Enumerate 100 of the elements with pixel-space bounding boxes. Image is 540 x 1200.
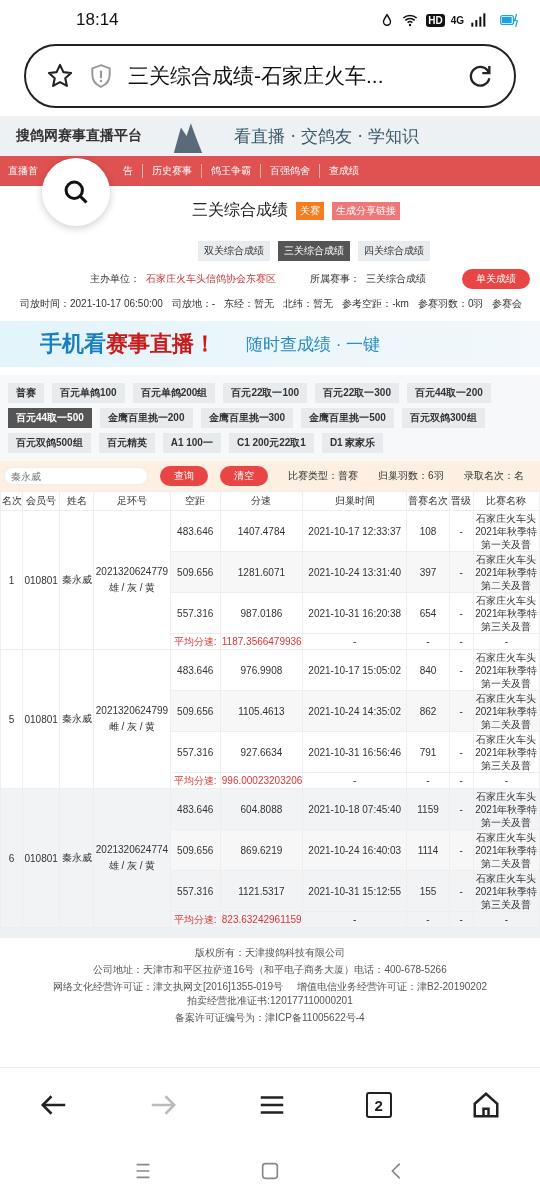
table-cell: 604.8088 xyxy=(220,788,303,830)
category-chip[interactable]: 金鹰百里挑一500 xyxy=(301,408,394,428)
ring-number: 2021320624799 xyxy=(95,704,169,716)
summary-stat: 录取名次：名 xyxy=(463,469,524,483)
table-cell: 654 xyxy=(406,592,450,634)
footer-text: 网络文化经营许可证：津文执网文[2016]1355-019号 xyxy=(52,980,283,994)
average-speed-value: 996.00023203206 xyxy=(220,772,303,789)
table-cell: 108 xyxy=(406,510,450,552)
average-speed-label: 平均分速: xyxy=(170,633,221,650)
clear-button[interactable]: 清空 xyxy=(220,466,268,486)
search-button[interactable] xyxy=(42,158,110,226)
page-title: 三关综合成绩-石家庄火车... xyxy=(128,63,385,89)
table-cell: 1121.5317 xyxy=(220,870,303,912)
table-cell: 010801 xyxy=(22,788,60,928)
table-cell: 石家庄火车头 2021年秋季特 第二关及普 xyxy=(473,829,540,871)
column-header: 空距 xyxy=(170,491,221,511)
site-title: 搜鸽网赛事直播平台 xyxy=(16,127,142,145)
table-cell: 557.316 xyxy=(170,592,221,634)
query-button[interactable]: 查询 xyxy=(160,466,208,486)
table-cell: - xyxy=(449,731,474,773)
nav-link[interactable]: 历史赛事 xyxy=(142,164,201,178)
result-tab[interactable]: 双关综合成绩 xyxy=(198,241,270,261)
race-fact: 参赛会 xyxy=(492,297,523,311)
table-cell: 397 xyxy=(406,551,450,593)
table-cell: 石家庄火车头 2021年秋季特 第三关及普 xyxy=(473,592,540,634)
nav-link[interactable]: 百强鸽舍 xyxy=(260,164,319,178)
shield-icon[interactable] xyxy=(88,63,114,89)
table-cell: - xyxy=(406,772,450,789)
summary-stat: 归巢羽数：6羽 xyxy=(378,469,444,483)
result-tab[interactable]: 三关综合成绩 xyxy=(278,241,350,261)
category-chip[interactable]: 金鹰百里挑一200 xyxy=(99,408,193,428)
table-cell: 石家庄火车头 2021年秋季特 第二关及普 xyxy=(473,690,540,732)
table-cell: 791 xyxy=(406,731,450,773)
column-header: 足环号 xyxy=(93,491,171,511)
banner-slogan: 看直播 · 交鸽友 · 学知识 xyxy=(234,124,420,148)
footer-text: 增值电信业务经营许可证：津B2-20190202 xyxy=(297,980,488,994)
race-type-tag: 关赛 xyxy=(296,201,324,220)
nav-link[interactable]: 告 xyxy=(114,164,142,178)
table-cell: 石家庄火车头 2021年秋季特 第一关及普 xyxy=(473,510,540,552)
name-search-field[interactable]: 秦永威 xyxy=(4,467,148,485)
table-cell: 秦永威 xyxy=(59,510,94,650)
table-cell: 石家庄火车头 2021年秋季特 第二关及普 xyxy=(473,551,540,593)
table-cell: 秦永威 xyxy=(59,649,94,789)
category-chip[interactable]: 百元单鸽200组 xyxy=(132,383,216,403)
category-chip[interactable]: 百元双鸽300组 xyxy=(401,408,485,428)
address-bar[interactable]: 三关综合成绩-石家庄火车... xyxy=(24,44,516,108)
category-chip[interactable]: C1 200元22取1 xyxy=(228,433,314,453)
table-cell: 1281.6071 xyxy=(220,551,303,593)
race-fact: 司放时间：2021-10-17 06:50:00 xyxy=(20,297,163,311)
result-tab[interactable]: 四关综合成绩 xyxy=(358,241,430,261)
table-cell: 秦永威 xyxy=(59,788,94,928)
category-chip[interactable]: 普赛 xyxy=(8,383,44,403)
results-title: 三关综合成绩 xyxy=(192,200,288,220)
table-cell: 976.9908 xyxy=(220,649,303,691)
category-chip[interactable]: A1 100一 xyxy=(162,433,221,453)
footer-text: 备案许可证编号为：津ICP备11005622号-4 xyxy=(175,1011,365,1025)
table-cell: 2021-10-24 13:31:40 xyxy=(302,551,407,593)
nav-link[interactable]: 直播首 xyxy=(4,164,40,178)
table-cell: 5 xyxy=(0,649,23,789)
nav-link[interactable]: 鸽王争霸 xyxy=(201,164,260,178)
table-cell: - xyxy=(473,633,540,650)
table-cell: 483.646 xyxy=(170,649,221,691)
table-cell: 2021-10-31 15:12:55 xyxy=(302,870,407,912)
category-chip[interactable]: 金鹰百里挑一300 xyxy=(200,408,294,428)
ring-details: 雄 / 灰 / 黄 xyxy=(107,580,157,595)
home-square-icon[interactable] xyxy=(259,1160,281,1182)
nav-link[interactable]: 查成绩 xyxy=(319,164,368,178)
category-chip[interactable]: 百元单鸽100 xyxy=(52,383,125,403)
table-cell: 509.656 xyxy=(170,829,221,871)
table-cell: - xyxy=(449,633,474,650)
summary-stat: 比赛类型：普赛 xyxy=(288,469,358,483)
column-header: 归巢时间 xyxy=(302,491,407,511)
category-chip[interactable]: 百元22取一300 xyxy=(315,383,399,403)
category-chip[interactable]: 百元44取一200 xyxy=(407,383,491,403)
table-cell: - xyxy=(449,772,474,789)
table-cell: 石家庄火车头 2021年秋季特 第一关及普 xyxy=(473,788,540,830)
category-chip[interactable]: 百元双鸽500组 xyxy=(8,433,91,453)
table-cell: 6 xyxy=(0,788,23,928)
column-header: 名次 xyxy=(0,491,23,511)
table-cell: 2021-10-17 12:33:37 xyxy=(302,510,407,552)
ad-headline: 手机看 xyxy=(40,331,106,356)
table-cell: - xyxy=(449,510,474,552)
network-type: 4G xyxy=(450,14,464,26)
category-chip[interactable]: 百元44取一500 xyxy=(8,408,92,428)
table-cell: 石家庄火车头 2021年秋季特 第一关及普 xyxy=(473,649,540,691)
event-label: 所属赛事： xyxy=(310,272,360,286)
category-chip[interactable]: 百元精英 xyxy=(98,433,155,453)
star-icon[interactable] xyxy=(46,62,74,90)
table-cell: 987.0186 xyxy=(220,592,303,634)
table-cell: 557.316 xyxy=(170,870,221,912)
footer-text: 拍卖经营批准证书:120177110000201 xyxy=(187,994,353,1008)
average-speed-value: 1187.3566479936 xyxy=(220,633,303,650)
category-chip[interactable]: 百元22取一100 xyxy=(223,383,308,403)
category-chip[interactable]: D1 家家乐 xyxy=(321,433,384,453)
table-cell: 862 xyxy=(406,690,450,732)
single-results-button[interactable]: 单关成绩 xyxy=(462,269,530,289)
table-cell: - xyxy=(449,649,474,691)
table-cell: 155 xyxy=(406,870,450,912)
table-cell: 483.646 xyxy=(170,788,221,830)
tab-count-button[interactable]: 2 xyxy=(365,1092,392,1118)
